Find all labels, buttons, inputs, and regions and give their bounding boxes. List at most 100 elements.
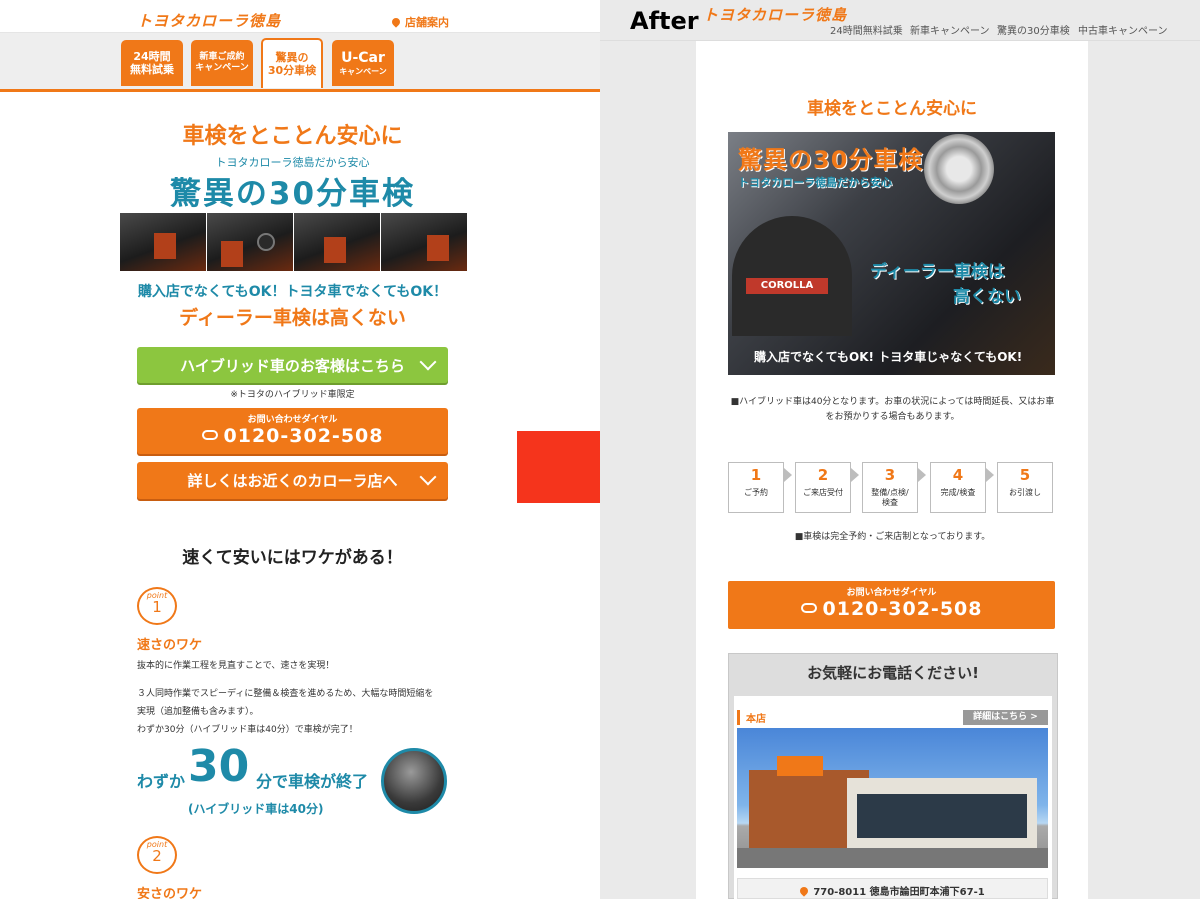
tab-label-line1: U-Car	[341, 49, 385, 66]
dial-label: お問い合わせダイヤル	[846, 588, 937, 598]
point-1-text: わずか30分（ハイブリッド車は40分）で車検が完了！	[137, 725, 358, 735]
banner-dealer-line2: 高くない	[953, 287, 1021, 307]
nav-test-drive[interactable]: 24時間無料試乗	[830, 22, 903, 37]
step-number: 4	[952, 466, 964, 484]
tab-label-line2: 無料試乗	[130, 63, 174, 76]
dial-number: 0120-302-508	[822, 598, 983, 620]
store-info-label: 店舗案内	[405, 16, 449, 29]
nav-used-car-campaign[interactable]: 中古車キャンペーン	[1078, 22, 1168, 37]
nearby-store-button[interactable]: 詳しくはお近くのカローラ店へ	[137, 462, 448, 499]
site-header	[0, 0, 600, 33]
chevron-down-icon	[419, 353, 437, 371]
point-2-title: 安さのワケ	[137, 887, 203, 899]
tab-label-line1: 驚異の	[275, 50, 309, 64]
brake-disc-image	[924, 134, 994, 204]
headline: 車検をとことん安心に	[807, 99, 977, 119]
step-number: 2	[817, 466, 829, 484]
point-number: 1	[152, 598, 162, 616]
phone-dial-button[interactable]: お問い合わせダイヤル 0120-302-508	[137, 408, 448, 454]
nav-30min-inspection[interactable]: 驚異の30分車検	[997, 22, 1070, 37]
step-3: 3 整備/点検/検査	[862, 462, 918, 513]
headline: 車検をとことん安心に	[182, 124, 403, 149]
chevron-down-icon	[419, 468, 437, 486]
step-label: ご予約	[744, 488, 768, 497]
freedial-icon	[201, 429, 218, 440]
step-number: 1	[750, 466, 762, 484]
step-5: 5 お引渡し	[997, 462, 1053, 513]
store-address: 770-8011 徳島市論田町本浦下67-1	[737, 883, 1048, 898]
hybrid-note: ■ハイブリッド車は40分となります。お車の状況によっては時間延長、又はお車をお預…	[730, 397, 1055, 422]
nav-new-car-campaign[interactable]: 新車キャンペーン	[910, 22, 990, 37]
promo-prefix: わずか	[137, 772, 186, 791]
step-label: 整備/点検/検査	[871, 488, 909, 507]
location-pin-icon	[390, 16, 402, 28]
step-arrow-icon	[918, 468, 926, 482]
tab-label-line1: 新車ご成約	[199, 52, 245, 63]
call-panel-title: お気軽にお電話ください!	[807, 664, 979, 682]
mechanic-photo	[294, 213, 380, 271]
branch-detail-button[interactable]: 詳細はこちら >	[963, 710, 1048, 725]
point-number: 2	[152, 847, 162, 865]
point-2-badge: point 2	[137, 836, 177, 874]
point-1-badge: point 1	[137, 587, 177, 625]
banner-subtitle: トヨタカローラ徳島だから安心	[738, 176, 892, 189]
step-label: お引渡し	[1009, 488, 1041, 497]
step-number: 3	[884, 466, 896, 484]
tab-new-car-campaign[interactable]: 新車ご成約 キャンペーン	[191, 40, 253, 86]
step-arrow-icon	[851, 468, 859, 482]
promo-number: 30	[188, 741, 250, 792]
nearby-button-label: 詳しくはお近くのカローラ店へ	[187, 472, 398, 490]
banner-dealer-line1: ディーラー車検は	[870, 262, 1005, 282]
point-1-text: 抜本的に作業工程を見直すことで、速さを実現！	[137, 661, 335, 671]
phone-dial-button[interactable]: お問い合わせダイヤル 0120-302-508	[728, 581, 1055, 629]
mechanic-photo	[381, 213, 467, 271]
point-1-text: 実現（追加整備も含みます）。	[137, 707, 259, 717]
step-1: 1 ご予約	[728, 462, 784, 513]
step-label: ご来店受付	[803, 488, 843, 497]
tab-label-line2: 30分車検	[267, 64, 317, 77]
after-label: After	[630, 7, 699, 35]
hybrid-note: ※トヨタのハイブリッド車限定	[230, 390, 355, 400]
hybrid-button-label: ハイブリッド車のお客様はこちら	[180, 356, 405, 375]
corolla-badge: COROLLA	[746, 278, 828, 294]
why-heading: 速くて安いにはワケがある！	[182, 548, 403, 568]
branch-name: 本店	[737, 710, 766, 725]
step-4: 4 完成/検査	[930, 462, 986, 513]
tab-label-line2: キャンペーン	[339, 66, 387, 76]
tab-30min-inspection[interactable]: 驚異の 30分車検	[261, 38, 323, 88]
tab-label-line1: 24時間	[133, 49, 171, 63]
step-number: 5	[1019, 466, 1031, 484]
mechanic-circle-photo	[381, 748, 447, 814]
store-info-link[interactable]: 店舗案内	[390, 14, 449, 30]
step-arrow-icon	[784, 468, 792, 482]
address-text: 770-8011 徳島市論田町本浦下67-1	[813, 887, 985, 898]
page-title: 驚異の30分車検	[169, 176, 416, 212]
store-photo	[737, 728, 1048, 868]
site-logo[interactable]: トヨタカローラ徳島	[137, 10, 281, 31]
point-1-title: 速さのワケ	[137, 638, 203, 653]
freedial-icon	[800, 602, 817, 613]
promo-suffix: 分で車検が終了	[256, 772, 369, 791]
site-logo[interactable]: トヨタカローラ徳島	[703, 4, 847, 25]
dial-label: お問い合わせダイヤル	[247, 415, 338, 425]
promo-note: (ハイブリッド車は40分)	[188, 802, 324, 816]
hybrid-customer-button[interactable]: ハイブリッド車のお客様はこちら	[137, 347, 448, 383]
banner-title: 驚異の30分車検	[738, 146, 924, 174]
step-2: 2 ご来店受付	[795, 462, 851, 513]
mechanic-photo	[120, 213, 206, 271]
point-1-text: ３人同時作業でスピーディに整備＆検査を進めるため、大幅な時間短縮を	[137, 689, 434, 699]
hero-banner: COROLLA 驚異の30分車検 トヨタカローラ徳島だから安心 ディーラー車検は…	[728, 132, 1055, 375]
mechanic-image	[732, 216, 852, 336]
before-page: トヨタカローラ徳島 店舗案内 24時間 無料試乗 新車ご成約 キャンペーン 驚異の 3…	[0, 0, 600, 899]
tab-label-line2: キャンペーン	[195, 63, 249, 73]
mechanic-photo	[207, 213, 293, 271]
dealer-not-expensive-text: ディーラー車検は高くない	[179, 307, 406, 329]
banner-ok-line: 購入店でなくてもOK! トヨタ車じゃなくてもOK!	[754, 350, 1023, 364]
location-pin-icon	[798, 885, 810, 897]
reservation-note: ■車検は完全予約・ご来店制となっております。	[794, 532, 991, 542]
step-arrow-icon	[986, 468, 994, 482]
any-car-ok-text: 購入店でなくてもOK！トヨタ車でなくてもOK！	[137, 284, 448, 300]
tab-ucar-campaign[interactable]: U-Car キャンペーン	[332, 40, 394, 86]
step-label: 完成/検査	[940, 488, 976, 497]
tab-test-drive[interactable]: 24時間 無料試乗	[121, 40, 183, 86]
